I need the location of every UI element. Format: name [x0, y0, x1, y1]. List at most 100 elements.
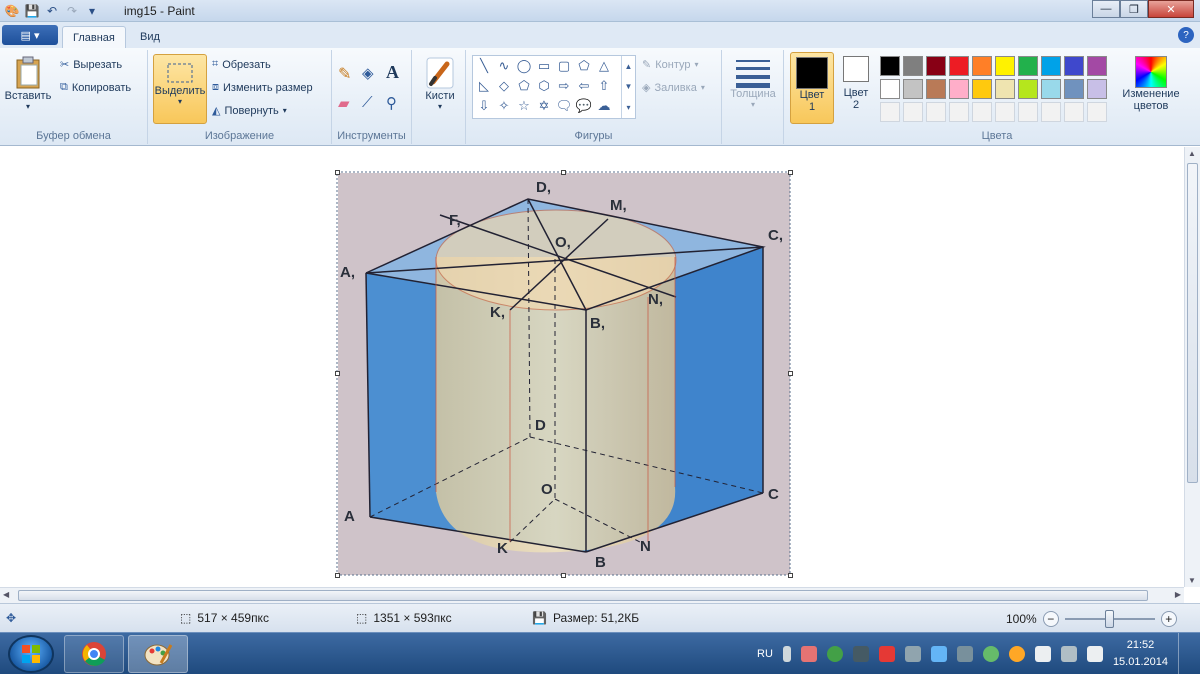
palette-swatch[interactable]	[926, 56, 946, 76]
diamond-shape-icon[interactable]: ◇	[495, 77, 513, 95]
zoom-slider-thumb[interactable]	[1104, 610, 1114, 628]
zoom-out-icon[interactable]: −	[1042, 611, 1059, 627]
size-button[interactable]: Толщина ▾	[728, 56, 778, 109]
zoom-slider[interactable]	[1064, 610, 1155, 628]
selection-handle-t[interactable]	[561, 170, 566, 175]
palette-swatch[interactable]	[995, 56, 1015, 76]
polygon-shape-icon[interactable]: ⬠	[575, 57, 593, 75]
right-triangle-shape-icon[interactable]: ◺	[475, 77, 493, 95]
palette-swatch[interactable]	[1018, 79, 1038, 99]
triangle-shape-icon[interactable]: △	[595, 57, 613, 75]
palette-swatch[interactable]	[995, 79, 1015, 99]
volume-icon[interactable]	[1086, 646, 1103, 662]
custom-color-slot[interactable]	[1087, 102, 1107, 122]
scroll-down-icon[interactable]: ▼	[1188, 576, 1196, 585]
color2-button[interactable]: Цвет 2	[836, 56, 876, 124]
selection-handle-bl[interactable]	[335, 573, 340, 578]
rounded-callout-shape-icon[interactable]: 🗨	[555, 97, 573, 115]
battery-icon[interactable]	[782, 646, 791, 662]
tray-app-icon[interactable]	[800, 646, 817, 662]
left-arrow-shape-icon[interactable]: ⇦	[575, 77, 593, 95]
pencil-tool[interactable]: ✎	[338, 64, 351, 84]
palette-swatch[interactable]	[972, 79, 992, 99]
tray-network-icon[interactable]	[956, 646, 973, 662]
tray-speaker-red-icon[interactable]	[878, 646, 895, 662]
tab-home[interactable]: Главная	[62, 26, 126, 48]
palette-swatch[interactable]	[1041, 56, 1061, 76]
taskbar-paint[interactable]	[128, 635, 188, 673]
taskbar-chrome[interactable]	[64, 635, 124, 673]
custom-color-slot[interactable]	[995, 102, 1015, 122]
right-arrow-shape-icon[interactable]: ⇨	[555, 77, 573, 95]
custom-color-slot[interactable]	[972, 102, 992, 122]
redo-icon[interactable]: ↷	[64, 3, 80, 19]
paint-app-icon[interactable]: 🎨	[4, 3, 20, 19]
oval-callout-shape-icon[interactable]: 💬	[575, 97, 593, 115]
rounded-rectangle-shape-icon[interactable]: ▢	[555, 57, 573, 75]
fill-button[interactable]: ◈ Заливка ▾	[642, 81, 705, 95]
selection-handle-br[interactable]	[788, 573, 793, 578]
resize-button[interactable]: ⧈ Изменить размер	[212, 81, 313, 94]
eraser-tool[interactable]: ▰	[338, 94, 350, 112]
start-button[interactable]	[8, 635, 54, 673]
color-picker-tool[interactable]: ⟋	[362, 94, 373, 111]
palette-swatch[interactable]	[972, 56, 992, 76]
oval-shape-icon[interactable]: ◯	[515, 57, 533, 75]
maximize-button[interactable]: ❐	[1120, 0, 1148, 18]
selection-handle-tr[interactable]	[788, 170, 793, 175]
edit-colors-button[interactable]: Изменение цветов	[1118, 56, 1184, 112]
tray-orange-icon[interactable]	[1008, 646, 1025, 662]
undo-icon[interactable]: ↶	[44, 3, 60, 19]
minimize-button[interactable]: —	[1092, 0, 1120, 18]
show-desktop-button[interactable]	[1178, 633, 1190, 675]
text-tool[interactable]: A	[386, 62, 399, 83]
rotate-button[interactable]: ◭ Повернуть ▾	[212, 104, 287, 118]
custom-color-slot[interactable]	[1018, 102, 1038, 122]
palette-swatch[interactable]	[880, 79, 900, 99]
custom-color-slot[interactable]	[949, 102, 969, 122]
close-button[interactable]: ✕	[1148, 0, 1194, 18]
vertical-scroll-thumb[interactable]	[1187, 163, 1198, 483]
palette-swatch[interactable]	[949, 56, 969, 76]
copy-button[interactable]: ⧉ Копировать	[60, 81, 131, 94]
flag-icon[interactable]	[1034, 646, 1051, 662]
cloud-callout-shape-icon[interactable]: ☁	[595, 97, 613, 115]
scroll-up-icon[interactable]: ▲	[1188, 149, 1196, 158]
palette-swatch[interactable]	[1087, 56, 1107, 76]
palette-swatch[interactable]	[903, 56, 923, 76]
scroll-right-icon[interactable]: ▶	[1175, 590, 1181, 599]
tray-image-icon[interactable]	[930, 646, 947, 662]
six-point-star-shape-icon[interactable]: ✡	[535, 97, 553, 115]
zoom-in-icon[interactable]: +	[1160, 611, 1177, 627]
selection-handle-r[interactable]	[788, 371, 793, 376]
custom-color-slot[interactable]	[1064, 102, 1084, 122]
tray-green-p-icon[interactable]	[826, 646, 843, 662]
magnifier-tool[interactable]: ⚲	[386, 94, 397, 112]
shapes-scroll[interactable]: ▲ ▼ ▾	[621, 56, 635, 118]
pentagon-shape-icon[interactable]: ⬠	[515, 77, 533, 95]
tray-monitor-icon[interactable]	[904, 646, 921, 662]
palette-swatch[interactable]	[903, 79, 923, 99]
selection-handle-tl[interactable]	[335, 170, 340, 175]
color1-button[interactable]: Цвет 1	[790, 52, 834, 124]
paint-menu-button[interactable]: ▤ ▾	[2, 25, 58, 45]
crop-button[interactable]: ⌗ Обрезать	[212, 58, 271, 71]
custom-color-slot[interactable]	[880, 102, 900, 122]
tray-torrent-icon[interactable]	[982, 646, 999, 662]
four-point-star-shape-icon[interactable]: ✧	[495, 97, 513, 115]
palette-swatch[interactable]	[1041, 79, 1061, 99]
customize-qat-icon[interactable]: ▾	[84, 3, 100, 19]
palette-swatch[interactable]	[926, 79, 946, 99]
palette-swatch[interactable]	[1087, 79, 1107, 99]
vertical-scrollbar[interactable]: ▲ ▼	[1184, 147, 1200, 587]
custom-color-slot[interactable]	[926, 102, 946, 122]
custom-color-slot[interactable]	[903, 102, 923, 122]
clock[interactable]: 21:52 15.01.2014	[1113, 637, 1168, 671]
palette-swatch[interactable]	[1064, 56, 1084, 76]
custom-color-slot[interactable]	[1041, 102, 1061, 122]
selection-handle-b[interactable]	[561, 573, 566, 578]
curve-shape-icon[interactable]: ∿	[495, 57, 513, 75]
signal-icon[interactable]	[1060, 646, 1077, 662]
horizontal-scrollbar[interactable]: ◀ ▶	[0, 587, 1184, 603]
cut-button[interactable]: ✂ Вырезать	[60, 58, 122, 72]
